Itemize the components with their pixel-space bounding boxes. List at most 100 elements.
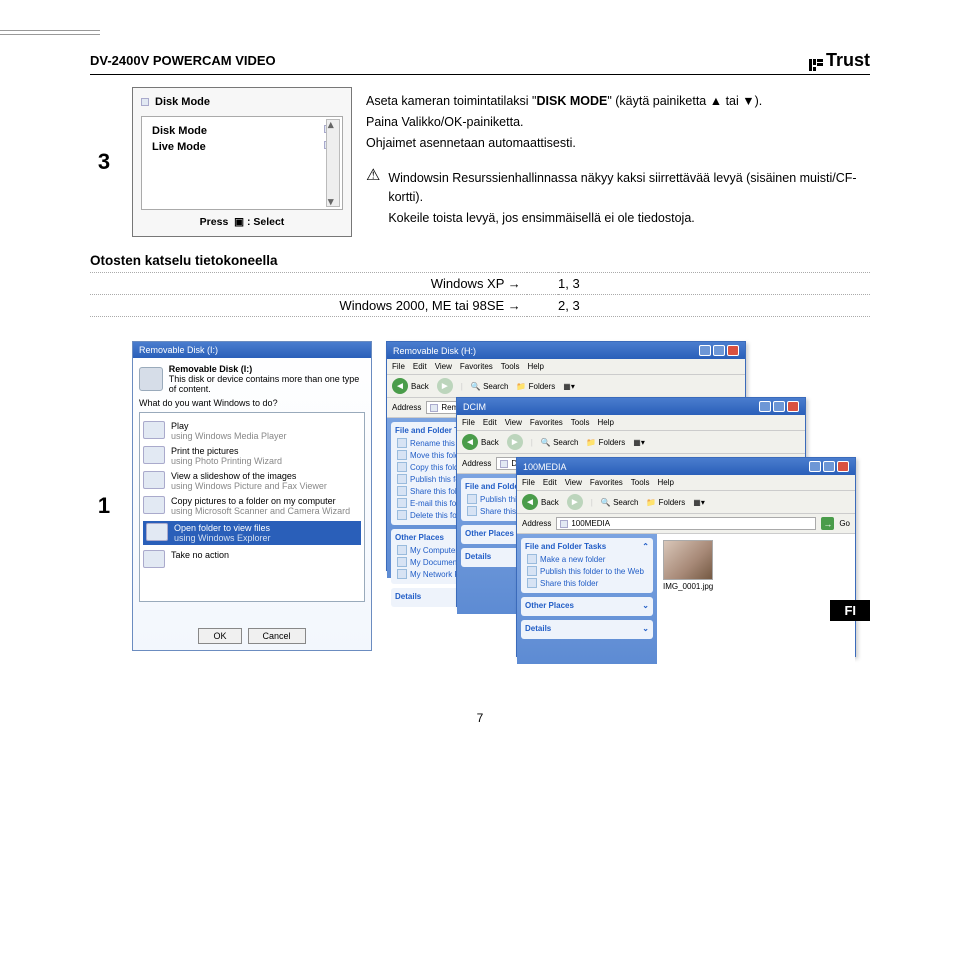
task-share[interactable]: Share this folder [527, 577, 649, 589]
minimize-icon[interactable] [759, 401, 771, 412]
task-publish[interactable]: Publish this folder to the Web [527, 565, 649, 577]
explorer-toolbar: ◄Back ► | 🔍 Search 📁 Folders ▦▾ [457, 431, 805, 454]
search-button[interactable]: 🔍 Search [601, 498, 639, 507]
brand-text: Trust [826, 50, 870, 71]
explorer-content: IMG_0001.jpg [657, 534, 855, 664]
explorer-menubar: FileEditViewFavoritesToolsHelp [457, 415, 805, 431]
folders-button[interactable]: 📁 Folders [516, 382, 555, 391]
language-badge: FI [830, 600, 870, 621]
close-icon[interactable] [837, 461, 849, 472]
step3-line1: Aseta kameran toimintatilaksi "DISK MODE… [366, 92, 870, 110]
back-icon: ◄ [462, 434, 478, 450]
wizard-drive-row: Removable Disk (I:) This disk or device … [139, 364, 365, 394]
chevron-up-icon[interactable]: ⌃ [642, 542, 649, 551]
chevron-down-icon[interactable]: ⌄ [642, 624, 649, 633]
arrow-icon: → [508, 276, 521, 291]
folder-small-icon [500, 460, 508, 468]
step3-line3: Ohjaimet asennetaan automaattisesti. [366, 134, 870, 152]
address-bar: Address 100MEDIA →Go [517, 514, 855, 534]
publish-icon [397, 474, 407, 484]
ok-button[interactable]: OK [198, 628, 241, 644]
go-icon[interactable]: → [821, 517, 834, 530]
wizard-opt-slideshow[interactable]: View a slideshow of the imagesusing Wind… [143, 471, 361, 491]
other-places-panel: Other Places⌄ [521, 597, 653, 616]
explorer-titlebar: 100MEDIA [517, 458, 855, 475]
lcd-option-live: Live Mode [148, 139, 336, 155]
printer-icon [143, 446, 165, 464]
wizard-opt-none[interactable]: Take no action [143, 550, 361, 568]
step-1-row: 1 Removable Disk (I:) Removable Disk (I:… [90, 341, 870, 671]
tasks-panel: File and Folder Tasks⌃ Make a new folder… [521, 538, 653, 593]
address-input[interactable]: 100MEDIA [556, 517, 816, 530]
folders-button[interactable]: 📁 Folders [586, 438, 625, 447]
lcd-scrollbar [326, 119, 340, 207]
maximize-icon[interactable] [823, 461, 835, 472]
lcd-title: Disk Mode [141, 96, 343, 108]
close-icon[interactable] [787, 401, 799, 412]
lcd-menu: Disk Mode Live Mode [141, 116, 343, 210]
search-button[interactable]: 🔍 Search [471, 382, 509, 391]
details-panel: Details⌄ [521, 620, 653, 639]
delete-icon [397, 510, 407, 520]
autoplay-wizard: Removable Disk (I:) Removable Disk (I:) … [132, 341, 372, 651]
wizard-body: Removable Disk (I:) This disk or device … [133, 358, 371, 622]
new-folder-icon [527, 554, 537, 564]
os-row2-label: Windows 2000, ME tai 98SE → [90, 295, 527, 317]
minimize-icon[interactable] [699, 345, 711, 356]
warning-block: ⚠ Windowsin Resurssienhallinnassa näkyy … [366, 166, 870, 229]
minimize-icon[interactable] [809, 461, 821, 472]
table-row: Windows 2000, ME tai 98SE → 2, 3 [90, 295, 870, 317]
wizard-option-list[interactable]: Playusing Windows Media Player Print the… [139, 412, 365, 602]
product-title: DV-2400V POWERCAM VIDEO [90, 53, 276, 68]
os-row1-val: 1, 3 [558, 273, 870, 295]
wizard-opt-play[interactable]: Playusing Windows Media Player [143, 421, 361, 441]
camera-icon [143, 496, 165, 514]
slideshow-icon [143, 471, 165, 489]
maximize-icon[interactable] [713, 345, 725, 356]
explorer-toolbar: ◄Back ► | 🔍 Search 📁 Folders ▦▾ [517, 491, 855, 514]
drive-icon [139, 367, 163, 391]
wizard-opt-open-selected[interactable]: Open folder to view filesusing Windows E… [143, 521, 361, 545]
explorer-stack: Removable Disk (H:) FileEditViewFavorite… [386, 341, 870, 671]
views-icon[interactable]: ▦▾ [633, 438, 645, 447]
forward-icon[interactable]: ► [507, 434, 523, 450]
network-icon [397, 569, 407, 579]
copy-icon [397, 462, 407, 472]
wizard-opt-print[interactable]: Print the picturesusing Photo Printing W… [143, 446, 361, 466]
share-icon [397, 486, 407, 496]
views-icon[interactable]: ▦▾ [693, 498, 705, 507]
explorer-menubar: FileEditViewFavoritesToolsHelp [517, 475, 855, 491]
explorer-titlebar: DCIM [457, 398, 805, 415]
image-file[interactable]: IMG_0001.jpg [663, 540, 713, 591]
step3-line2: Paina Valikko/OK-painiketta. [366, 113, 870, 131]
explorer-body: File and Folder Tasks⌃ Make a new folder… [517, 534, 855, 664]
back-button[interactable]: ◄Back [462, 434, 499, 450]
folders-button[interactable]: 📁 Folders [646, 498, 685, 507]
forward-icon[interactable]: ► [437, 378, 453, 394]
maximize-icon[interactable] [773, 401, 785, 412]
lcd-footer: Press 󠀠 ▣ : Select [141, 216, 343, 228]
folder-small-icon [560, 520, 568, 528]
lcd-screen: Disk Mode Disk Mode Live Mode Press 󠀠 ▣ … [132, 87, 352, 237]
back-button[interactable]: ◄Back [522, 494, 559, 510]
lcd-option-disk: Disk Mode [148, 123, 336, 139]
forward-icon[interactable]: ► [567, 494, 583, 510]
os-table: Windows XP → 1, 3 Windows 2000, ME tai 9… [90, 272, 870, 317]
chevron-down-icon[interactable]: ⌄ [642, 601, 649, 610]
brand-logo: Trust [809, 50, 870, 71]
close-icon[interactable] [727, 345, 739, 356]
page-header: DV-2400V POWERCAM VIDEO Trust [90, 50, 870, 75]
views-icon[interactable]: ▦▾ [563, 382, 575, 391]
window-controls [699, 345, 739, 356]
search-button[interactable]: 🔍 Search [541, 438, 579, 447]
os-row1-label: Windows XP → [90, 273, 527, 295]
step-3-text: Aseta kameran toimintatilaksi "DISK MODE… [366, 87, 870, 237]
wizard-opt-copy[interactable]: Copy pictures to a folder on my computer… [143, 496, 361, 516]
publish-icon [527, 566, 537, 576]
folder-open-icon [146, 523, 168, 541]
explorer-window-3: 100MEDIA FileEditViewFavoritesToolsHelp … [516, 457, 856, 657]
cancel-button[interactable]: Cancel [248, 628, 306, 644]
task-make[interactable]: Make a new folder [527, 553, 649, 565]
back-button[interactable]: ◄Back [392, 378, 429, 394]
back-icon: ◄ [522, 494, 538, 510]
